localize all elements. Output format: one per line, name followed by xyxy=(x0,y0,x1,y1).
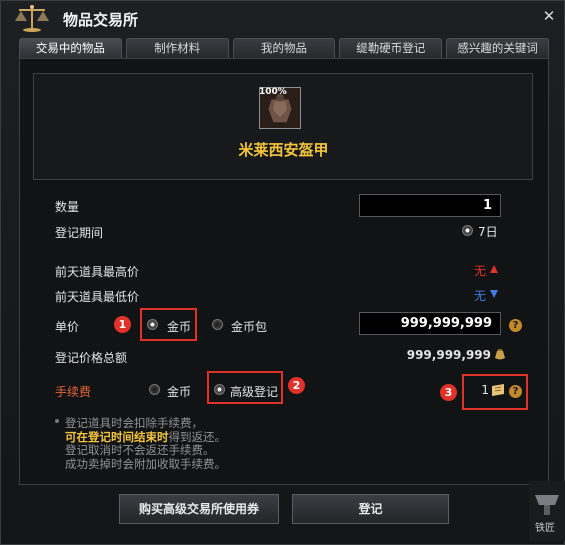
durability-badge: 100% xyxy=(259,87,287,97)
annotation-number-3: 3 xyxy=(440,384,457,401)
unit-price-label: 单价 xyxy=(55,320,80,334)
annotation-number-1: 1 xyxy=(114,316,131,333)
note-line-2-rest: 得到返还。 xyxy=(168,429,227,444)
max-price-value: 无 xyxy=(474,264,487,278)
register-button[interactable]: 登记 xyxy=(292,494,449,524)
tab-bar: 交易中的物品 制作材料 我的物品 缇勒硬币登记 感兴趣的关键词 xyxy=(19,38,549,58)
period-value: 7日 xyxy=(478,225,498,239)
buy-ticket-button[interactable]: 购买高级交易所使用券 xyxy=(119,494,279,524)
notes-text: 登记道具时会扣除手续费， 可在登记时间结束时得到返还。 登记取消时不会返还手续费… xyxy=(65,416,227,471)
quantity-input[interactable]: 1 xyxy=(359,194,501,217)
close-icon[interactable]: ✕ xyxy=(540,7,558,25)
min-price-value: 无 xyxy=(474,289,487,303)
notes-bullet xyxy=(55,419,59,423)
total-price-value: 999,999,999 xyxy=(406,348,491,362)
titlebar: 物品交易所 ✕ xyxy=(1,1,565,35)
tab-trading-items[interactable]: 交易中的物品 xyxy=(19,38,122,58)
note-line-4: 成功卖掉时会附加收取手续费。 xyxy=(65,456,226,471)
tab-keywords[interactable]: 感兴趣的关键词 xyxy=(446,38,549,58)
down-arrow-icon xyxy=(490,290,498,298)
up-arrow-icon xyxy=(490,265,498,273)
fee-gold-label[interactable]: 金币 xyxy=(167,383,191,400)
quantity-label: 数量 xyxy=(55,200,80,214)
item-name: 米莱西安盔甲 xyxy=(238,141,329,159)
unit-price-goldpack-label[interactable]: 金币包 xyxy=(231,318,267,335)
gold-bag-icon xyxy=(495,349,505,360)
blacksmith-label: 铁匠 xyxy=(535,523,555,534)
note-line-2: 可在登记时间结束时得到返还。 xyxy=(65,429,227,445)
tab-coin-registration[interactable]: 缇勒硬币登记 xyxy=(339,38,443,58)
annotation-box-2 xyxy=(207,371,283,404)
unit-price-goldpack-radio[interactable] xyxy=(212,319,223,330)
period-label: 登记期间 xyxy=(55,226,104,240)
min-price-label: 前天道具最低价 xyxy=(55,290,140,304)
tab-crafting-materials[interactable]: 制作材料 xyxy=(125,38,229,58)
trade-window: 物品交易所 ✕ 交易中的物品 制作材料 我的物品 缇勒硬币登记 感兴趣的关键词 … xyxy=(0,0,565,545)
fee-label: 手续费 xyxy=(55,385,92,399)
note-line-3: 登记取消时不会返还手续费。 xyxy=(65,443,215,457)
annotation-box-1 xyxy=(140,308,197,341)
note-line-1: 登记道具时会扣除手续费， xyxy=(65,416,203,430)
tab-my-items[interactable]: 我的物品 xyxy=(232,38,336,58)
period-radio[interactable] xyxy=(462,225,473,236)
fee-gold-radio[interactable] xyxy=(149,384,160,395)
annotation-number-2: 2 xyxy=(288,377,305,394)
window-title: 物品交易所 xyxy=(63,11,139,29)
total-price-label: 登记价格总额 xyxy=(55,351,128,365)
note-highlight: 可在登记时间结束时 xyxy=(65,429,169,444)
help-icon[interactable]: ? xyxy=(509,319,522,332)
annotation-box-3 xyxy=(462,374,528,410)
unit-price-input[interactable]: 999,999,999 xyxy=(359,312,501,335)
max-price-label: 前天道具最高价 xyxy=(55,265,140,279)
balance-scale-icon xyxy=(15,5,49,32)
